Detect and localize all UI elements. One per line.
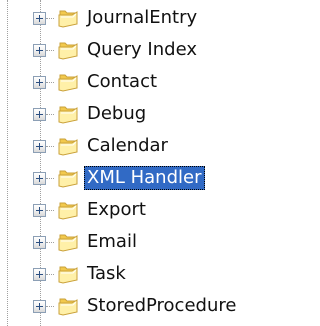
tree-item-label[interactable]: Debug: [84, 102, 149, 126]
expand-plus-icon[interactable]: [33, 172, 46, 185]
expand-plus-icon[interactable]: [33, 44, 46, 57]
tree-item-task[interactable]: Task: [0, 258, 273, 290]
folder-icon: [58, 138, 78, 156]
tree-item-label[interactable]: Export: [84, 198, 149, 222]
tree-connector: [46, 178, 54, 179]
tree-connector: [46, 306, 54, 307]
folder-icon: [58, 266, 78, 284]
expand-plus-icon[interactable]: [33, 108, 46, 121]
tree-item-label[interactable]: Calendar: [84, 134, 171, 158]
expand-plus-icon[interactable]: [33, 204, 46, 217]
tree-item-label[interactable]: Task: [84, 262, 129, 286]
folder-icon: [58, 74, 78, 92]
selected-tree-item-label[interactable]: XML Handler: [84, 166, 205, 190]
expand-plus-icon[interactable]: [33, 76, 46, 89]
expand-plus-icon[interactable]: [33, 140, 46, 153]
tree-connector: [46, 274, 54, 275]
tree-connector: [46, 210, 54, 211]
tree-connector: [46, 50, 54, 51]
tree-item-label[interactable]: Contact: [84, 70, 160, 94]
tree-item-query-index[interactable]: Query Index: [0, 34, 273, 66]
expand-plus-icon[interactable]: [33, 12, 46, 25]
tree-connector: [46, 18, 54, 19]
tree-item-contact[interactable]: Contact: [0, 66, 273, 98]
tree-item-email[interactable]: Email: [0, 226, 273, 258]
tree-connector: [46, 114, 54, 115]
folder-icon: [58, 106, 78, 124]
tree-item-stored-procedure[interactable]: StoredProcedure: [0, 290, 273, 322]
expand-plus-icon[interactable]: [33, 236, 46, 249]
folder-icon: [58, 298, 78, 316]
tree-item-calendar[interactable]: Calendar: [0, 130, 273, 162]
tree-connector: [46, 146, 54, 147]
tree-item-xml-handler[interactable]: XML Handler: [0, 162, 273, 194]
tree-item-journal-entry[interactable]: JournalEntry: [0, 2, 273, 34]
tree-item-label[interactable]: JournalEntry: [84, 6, 200, 30]
tree-item-export[interactable]: Export: [0, 194, 273, 226]
folder-icon: [58, 202, 78, 220]
tree-item-label[interactable]: Query Index: [84, 38, 200, 62]
tree-item-debug[interactable]: Debug: [0, 98, 273, 130]
expand-plus-icon[interactable]: [33, 268, 46, 281]
folder-icon: [58, 42, 78, 60]
tree-connector: [46, 242, 54, 243]
tree-item-label[interactable]: Email: [84, 230, 140, 254]
folder-icon: [58, 170, 78, 188]
tree-view[interactable]: JournalEntry Query Index Contact Debug C…: [0, 0, 273, 326]
expand-plus-icon[interactable]: [33, 300, 46, 313]
tree-connector: [46, 82, 54, 83]
folder-icon: [58, 234, 78, 252]
tree-item-label[interactable]: StoredProcedure: [84, 294, 239, 318]
folder-icon: [58, 10, 78, 28]
